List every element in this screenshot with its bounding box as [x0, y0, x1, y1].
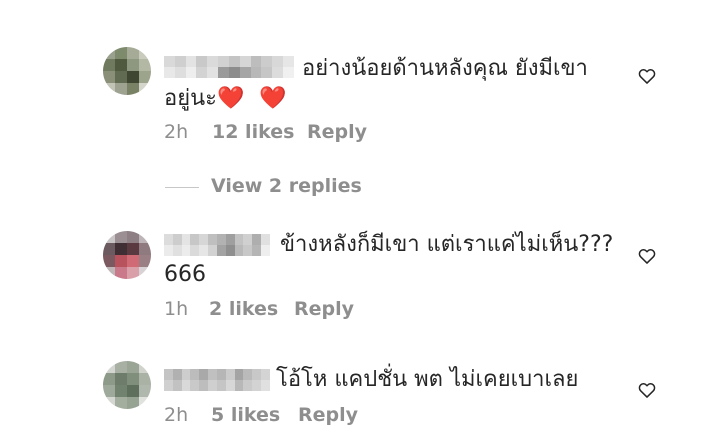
- likes-count[interactable]: 12 likes: [212, 121, 294, 143]
- username-blurred[interactable]: [164, 234, 270, 256]
- view-replies-label[interactable]: View 2 replies: [211, 175, 362, 197]
- username-blurred[interactable]: [164, 56, 294, 78]
- comment-text-continued: 666: [164, 262, 206, 287]
- likes-count[interactable]: 2 likes: [209, 298, 278, 320]
- heart-emoji: ❤️ ❤️: [216, 86, 291, 111]
- comment-time: 1h: [164, 298, 189, 320]
- reply-button[interactable]: Reply: [298, 404, 358, 426]
- comment-time: 2h: [164, 404, 189, 426]
- replies-divider-line: [165, 187, 199, 188]
- reply-button[interactable]: Reply: [307, 121, 367, 143]
- avatar[interactable]: [103, 47, 151, 95]
- username-blurred[interactable]: [164, 369, 270, 391]
- heart-outline-icon[interactable]: [637, 246, 657, 266]
- likes-count[interactable]: 5 likes: [211, 404, 280, 426]
- comment-time: 2h: [164, 121, 189, 143]
- avatar[interactable]: [103, 231, 151, 279]
- comment-text: โอ้โห แคปชั่น พต ไม่เคยเบาเลย: [276, 367, 579, 392]
- comment-text: อย่างน้อยด้านหลังคุณ ยังมีเขา: [302, 56, 588, 81]
- avatar[interactable]: [103, 361, 151, 409]
- reply-button[interactable]: Reply: [294, 298, 354, 320]
- heart-outline-icon[interactable]: [637, 380, 657, 400]
- comment-text-continued: อยู่นะ❤️ ❤️: [164, 86, 291, 111]
- heart-outline-icon[interactable]: [637, 66, 657, 86]
- comment-text: ข้างหลังก็มีเขา แต่เราแค่ไม่เห็น???: [280, 232, 614, 257]
